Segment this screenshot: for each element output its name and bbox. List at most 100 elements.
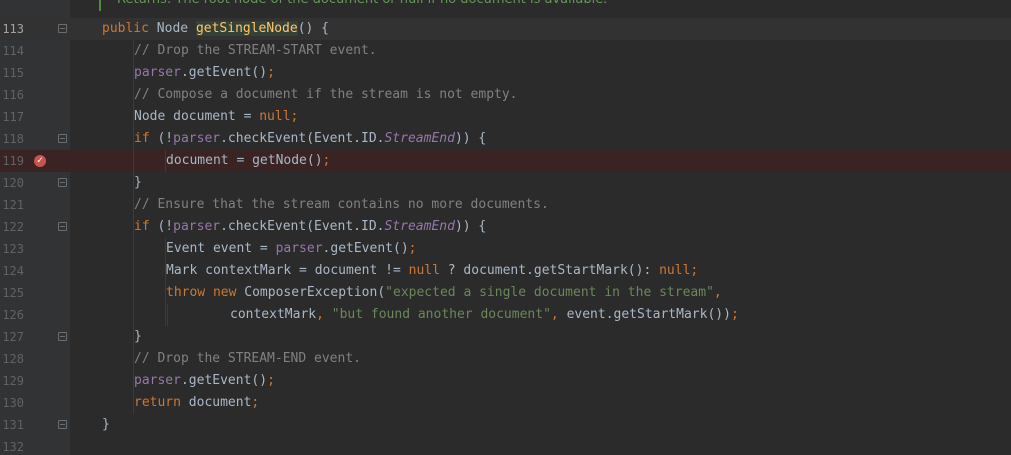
code-line[interactable]: 130 return document;	[0, 392, 1011, 414]
line-number[interactable]: 128	[0, 348, 24, 370]
code-token: ,	[713, 285, 722, 300]
code-token: parser	[173, 219, 221, 234]
code-token: document = getNode()	[166, 153, 323, 168]
line-number[interactable]: 125	[0, 282, 24, 304]
code-line[interactable]: 124 Mark contextMark = document != null ?…	[0, 260, 1011, 282]
code-token: ;	[251, 395, 260, 410]
line-number[interactable]: 117	[0, 106, 24, 128]
code-text: // Drop the STREAM-START event.	[134, 40, 377, 62]
code-token: .getEvent()	[180, 373, 268, 388]
code-text: Event event = parser.getEvent();	[166, 238, 416, 260]
code-line[interactable]: 114 // Drop the STREAM-START event.	[0, 40, 1011, 62]
fold-marker-icon[interactable]	[58, 134, 67, 143]
code-text: if (!parser.checkEvent(Event.ID.StreamEn…	[134, 128, 486, 150]
code-line[interactable]: 117 Node document = null;	[0, 106, 1011, 128]
fold-marker-icon[interactable]	[58, 222, 67, 231]
fold-marker-icon[interactable]	[58, 332, 67, 341]
code-line[interactable]: 132	[0, 436, 1011, 455]
line-number[interactable]: 132	[0, 436, 24, 455]
indent-guide	[165, 238, 166, 326]
code-token: Mark contextMark = document !=	[166, 263, 409, 278]
code-token: {	[470, 131, 487, 146]
line-number[interactable]: 127	[0, 326, 24, 348]
line-number[interactable]: 113	[0, 18, 24, 40]
line-number[interactable]: 130	[0, 392, 24, 414]
code-comment: // Drop the STREAM-END event.	[134, 351, 361, 366]
code-line[interactable]: 115 parser.getEvent();	[0, 62, 1011, 84]
code-line[interactable]: 120}	[0, 172, 1011, 194]
line-number[interactable]: 129	[0, 370, 24, 392]
line-number[interactable]: 126	[0, 304, 24, 326]
code-token: ))	[454, 219, 471, 234]
code-text: Node document = null;	[134, 106, 298, 128]
code-token: ? document.getStartMark():	[447, 263, 660, 278]
code-line[interactable]: 129 parser.getEvent();	[0, 370, 1011, 392]
code-text: contextMark, "but found another document…	[230, 304, 739, 326]
code-text: public Node getSingleNode() {	[102, 18, 329, 40]
code-line[interactable]: 131}	[0, 414, 1011, 436]
line-number[interactable]: 124	[0, 260, 24, 282]
fold-marker-icon[interactable]	[58, 420, 67, 429]
code-text: Mark contextMark = document != null ? do…	[166, 260, 698, 282]
line-number[interactable]: 123	[0, 238, 24, 260]
code-token: ))	[454, 131, 471, 146]
code-token: ;	[267, 65, 275, 80]
code-text: throw new ComposerException("expected a …	[166, 282, 722, 304]
code-editor[interactable]: Returns: The root node of the document o…	[0, 0, 1011, 455]
code-token: document	[188, 395, 252, 410]
indent-guide	[167, 304, 168, 326]
code-token: }	[134, 329, 142, 344]
code-token: parser	[134, 373, 181, 388]
code-token: ,	[316, 307, 332, 322]
code-token: Node	[156, 21, 196, 36]
line-number[interactable]: 119	[0, 150, 24, 172]
code-line[interactable]: 125 throw new ComposerException("expected…	[0, 282, 1011, 304]
code-token: if	[134, 131, 158, 146]
code-line[interactable]: 121 // Ensure that the stream contains no…	[0, 194, 1011, 216]
line-number[interactable]: 121	[0, 194, 24, 216]
fold-marker-icon[interactable]	[58, 178, 67, 187]
code-token: ;	[408, 241, 417, 256]
code-token: (!	[157, 219, 174, 234]
fold-marker-icon[interactable]	[58, 24, 67, 33]
code-line[interactable]: 116 // Compose a document if the stream i…	[0, 84, 1011, 106]
code-text: if (!parser.checkEvent(Event.ID.StreamEn…	[134, 216, 486, 238]
line-number[interactable]: 120	[0, 172, 24, 194]
code-token: return	[134, 395, 189, 410]
code-string: "expected a single document in the strea…	[385, 285, 714, 300]
code-token: ComposerException(	[244, 285, 386, 300]
code-line[interactable]: 126 contextMark, "but found another docum…	[0, 304, 1011, 326]
code-token: ;	[322, 153, 331, 168]
line-number[interactable]: 131	[0, 414, 24, 436]
code-text: // Compose a document if the stream is n…	[134, 84, 518, 106]
line-number[interactable]: 115	[0, 62, 24, 84]
code-line[interactable]: 113 public Node getSingleNode() {	[0, 18, 1011, 40]
code-line[interactable]: 127}	[0, 326, 1011, 348]
code-line[interactable]: 123 Event event = parser.getEvent();	[0, 238, 1011, 260]
indent-guide	[133, 40, 134, 414]
code-token: Event event =	[166, 241, 276, 256]
code-text: // Ensure that the stream contains no mo…	[134, 194, 549, 216]
code-line[interactable]: 122 if (!parser.checkEvent(Event.ID.Strea…	[0, 216, 1011, 238]
code-text: parser.getEvent();	[134, 370, 275, 392]
code-token: (!	[157, 131, 174, 146]
code-token: () {	[297, 21, 329, 36]
rendered-doc-comment: Returns: The root node of the document o…	[70, 0, 1011, 11]
code-text: }	[134, 326, 142, 348]
line-number[interactable]: 114	[0, 40, 24, 62]
code-line[interactable]: 128 // Drop the STREAM-END event.	[0, 348, 1011, 370]
code-token: contextMark	[230, 307, 317, 322]
code-text: parser.getEvent();	[134, 62, 275, 84]
code-text: // Drop the STREAM-END event.	[134, 348, 361, 370]
code-text: }	[134, 172, 142, 194]
code-line[interactable]: 118 if (!parser.checkEvent(Event.ID.Strea…	[0, 128, 1011, 150]
line-number[interactable]: 122	[0, 216, 24, 238]
code-token: ;	[267, 373, 275, 388]
code-token: ;	[730, 307, 739, 322]
code-line[interactable]: 119 ✓ document = getNode();	[0, 150, 1011, 172]
code-token: StreamEnd	[384, 131, 455, 146]
breakpoint-icon[interactable]: ✓	[34, 155, 46, 167]
line-number[interactable]: 116	[0, 84, 24, 106]
code-token: throw new	[166, 285, 245, 300]
line-number[interactable]: 118	[0, 128, 24, 150]
